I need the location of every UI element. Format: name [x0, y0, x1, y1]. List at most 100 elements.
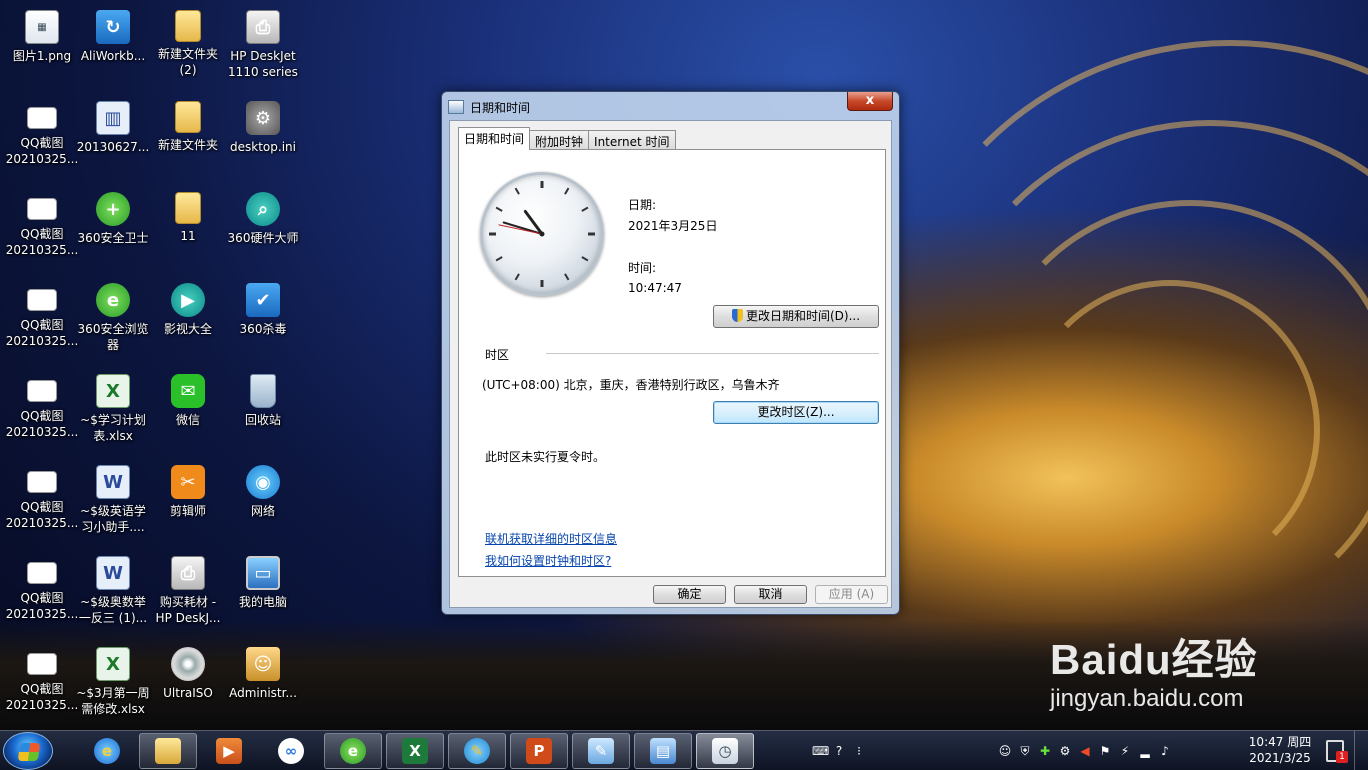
taskbar-explorer[interactable]: [139, 733, 197, 769]
desktop-icon-label: 新建文件夹: [157, 138, 218, 152]
folder-icon: [175, 101, 201, 133]
desktop-icon[interactable]: +360安全卫士: [73, 186, 153, 270]
taskbar-pencil-app[interactable]: ✎: [448, 733, 506, 769]
tab-internet-time[interactable]: Internet 时间: [588, 130, 676, 150]
desktop-icon[interactable]: W ~$级英语学 习小助手....: [73, 459, 153, 543]
desktop-icon[interactable]: UltraISO: [148, 641, 228, 725]
tab-strip: 日期和时间 附加时钟 Internet 时间: [458, 127, 676, 150]
desktop-icon[interactable]: W ~$级奥数举 一反三 (1)...: [73, 550, 153, 634]
volume-icon[interactable]: ♪: [1158, 744, 1172, 758]
desktop-icon[interactable]: ⎙ 购买耗材 - HP DeskJ...: [148, 550, 228, 634]
taskbar-baidu-netdisk[interactable]: ∞: [262, 733, 320, 769]
video-editor-icon: ✂: [171, 465, 205, 499]
desktop-icon[interactable]: ▭ 我的电脑: [223, 550, 303, 634]
online-timezone-info-link[interactable]: 联机获取详细的时区信息: [485, 530, 617, 547]
desktop-icon[interactable]: ▥ 20130627...: [73, 95, 153, 179]
tray-clock[interactable]: 10:47 周四 2021/3/25: [1244, 734, 1316, 766]
desktop-icon[interactable]: QQ截图 20210325...: [2, 95, 82, 179]
desktop-icon[interactable]: QQ截图 20210325...: [2, 368, 82, 452]
desktop-icon[interactable]: QQ截图 20210325...: [2, 641, 82, 725]
desktop-icon-label: AliWorkb...: [80, 49, 146, 63]
how-to-set-clock-link[interactable]: 我如何设置时钟和时区?: [485, 552, 611, 569]
tab-additional-clocks[interactable]: 附加时钟: [529, 130, 590, 150]
ime-options-icon[interactable]: ⁝: [852, 744, 866, 758]
start-button[interactable]: [3, 732, 53, 770]
action-center-flag-icon[interactable]: ⚑: [1098, 744, 1112, 758]
taskbar-control-panel[interactable]: ▤: [634, 733, 692, 769]
desktop-icon[interactable]: ⚙ desktop.ini: [223, 95, 303, 179]
date-value: 2021年3月25日: [628, 219, 718, 233]
timezone-divider: [546, 353, 879, 354]
desktop-icon[interactable]: ↻ AliWorkb...: [73, 4, 153, 88]
desktop-icon[interactable]: QQ截图 20210325...: [2, 277, 82, 361]
desktop-icon[interactable]: ✂ 剪辑师: [148, 459, 228, 543]
desktop-icon[interactable]: 新建文件夹 (2): [148, 4, 228, 88]
desktop-icon-label: 剪辑师: [169, 504, 206, 518]
desktop-icon[interactable]: ✉ 微信: [148, 368, 228, 452]
desktop-icon[interactable]: QQ截图 20210325...: [2, 550, 82, 634]
desktop-icon-label: 360硬件大师: [227, 231, 299, 245]
signal-bars-icon[interactable]: ▂: [1138, 744, 1152, 758]
360-guard-tray-icon[interactable]: ✚: [1038, 744, 1052, 758]
word-file-icon: W: [96, 556, 130, 590]
dialog-titlebar[interactable]: 日期和时间: [448, 96, 530, 118]
taskbar-media-player[interactable]: ▶: [200, 733, 258, 769]
taskbar-ie[interactable]: e: [78, 733, 136, 769]
desktop-icon-label: QQ截图 20210325...: [5, 227, 79, 257]
desktop-icon[interactable]: e 360安全浏览 器: [73, 277, 153, 361]
taskbar-360-browser[interactable]: e: [324, 733, 382, 769]
change-datetime-label: 更改日期和时间(D)...: [745, 309, 861, 323]
uac-shield-icon: [731, 309, 743, 322]
desktop-icon[interactable]: X ~$3月第一周 需修改.xlsx: [73, 641, 153, 725]
desktop-icon[interactable]: ◉ 网络: [223, 459, 303, 543]
desktop-icon-label: QQ截图 20210325...: [5, 591, 79, 621]
tray-time: 10:47 周四: [1248, 735, 1312, 749]
change-datetime-button[interactable]: 更改日期和时间(D)...: [713, 305, 879, 328]
desktop-icon-label: 我的电脑: [238, 595, 287, 609]
taskbar-datetime[interactable]: ◷: [696, 733, 754, 769]
taskbar-powerpoint[interactable]: P: [510, 733, 568, 769]
desktop-icon[interactable]: 新建文件夹: [148, 95, 228, 179]
desktop-icon-label: desktop.ini: [230, 140, 296, 154]
qq-icon[interactable]: ☺: [998, 744, 1012, 758]
taskbar-excel[interactable]: X: [386, 733, 444, 769]
shield-tray-icon[interactable]: ⛨: [1018, 744, 1032, 759]
timezone-value: (UTC+08:00) 北京，重庆，香港特别行政区，乌鲁木齐: [482, 378, 780, 392]
desktop-icon[interactable]: ⎙ HP DeskJet 1110 series: [223, 4, 303, 88]
timezone-section-label: 时区: [485, 348, 510, 362]
desktop-icon-label: 360杀毒: [239, 322, 287, 336]
tab-date-time[interactable]: 日期和时间: [458, 127, 531, 150]
desktop-icon-label: 图片1.png: [12, 49, 72, 63]
power-icon[interactable]: ⚡: [1118, 744, 1132, 758]
wechat-icon: ✉: [171, 374, 205, 408]
desktop-icon-label: 360安全卫士: [77, 231, 149, 245]
taskbar-notes[interactable]: ✎: [572, 733, 630, 769]
desktop-icon[interactable]: X ~$学习计划 表.xlsx: [73, 368, 153, 452]
help-icon[interactable]: ?: [832, 744, 846, 758]
keyboard-icon[interactable]: ⌨: [812, 744, 829, 758]
notes-icon: ✎: [588, 738, 614, 764]
network-adapter-icon[interactable]: ⚙: [1058, 744, 1072, 758]
desktop-icon[interactable]: 11: [148, 186, 228, 270]
close-button[interactable]: x: [847, 92, 893, 111]
desktop-icon-label: Administr...: [229, 686, 297, 700]
desktop-icon[interactable]: QQ截图 20210325...: [2, 186, 82, 270]
show-desktop-button[interactable]: [1354, 731, 1368, 770]
apply-button[interactable]: 应用 (A): [815, 585, 888, 604]
screenshot-file-icon: [27, 562, 57, 584]
desktop-icon-label: 回收站: [244, 413, 281, 427]
desktop-icon[interactable]: ▦ 图片1.png: [2, 4, 82, 88]
settings-file-icon: ⚙: [246, 101, 280, 135]
desktop-icon[interactable]: QQ截图 20210325...: [2, 459, 82, 543]
desktop-icon[interactable]: ☺ Administr...: [223, 641, 303, 725]
desktop-icon[interactable]: 回收站: [223, 368, 303, 452]
desktop-icon[interactable]: ▶ 影视大全: [148, 277, 228, 361]
speaker-muted-icon[interactable]: ◀: [1078, 744, 1092, 758]
change-timezone-button[interactable]: 更改时区(Z)...: [713, 401, 879, 424]
desktop-icon[interactable]: ✔ 360杀毒: [223, 277, 303, 361]
windows-logo-icon: [17, 743, 41, 761]
baidu-watermark: Baidu经验 jingyan.baidu.com: [1050, 626, 1258, 713]
ok-button[interactable]: 确定: [653, 585, 726, 604]
cancel-button[interactable]: 取消: [734, 585, 807, 604]
desktop-icon[interactable]: ⌕ 360硬件大师: [223, 186, 303, 270]
